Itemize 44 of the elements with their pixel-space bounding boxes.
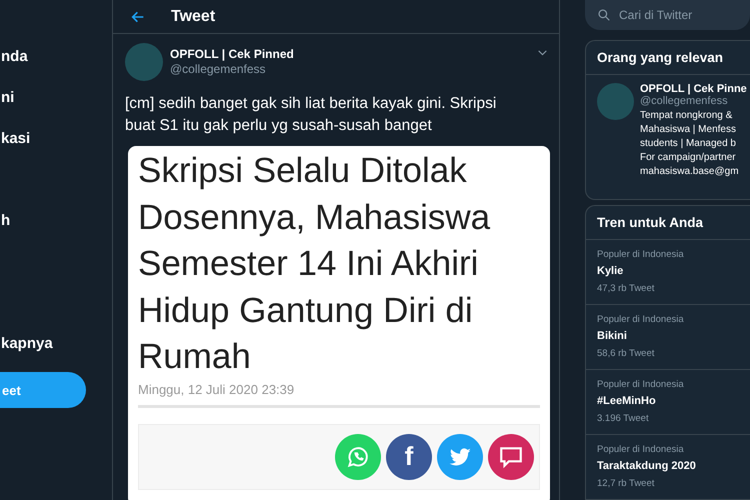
- avatar: [125, 43, 163, 81]
- bio-line: students | Managed b: [640, 137, 737, 151]
- share-button[interactable]: f: [386, 434, 432, 480]
- nav-item[interactable]: kasi: [0, 118, 30, 159]
- nav-item[interactable]: kapnya: [0, 323, 53, 364]
- trend-count: 3.196 Tweet: [597, 413, 650, 424]
- share-button[interactable]: [488, 434, 534, 480]
- nav-item[interactable]: ni: [0, 77, 14, 118]
- trend-context: Populer di Indonesia: [597, 379, 685, 390]
- person-name: OPFOLL | Cek Pinne: [640, 83, 747, 95]
- news-date: Minggu, 12 Juli 2020 23:39: [138, 382, 296, 396]
- trend-context: Populer di Indonesia: [597, 444, 685, 455]
- news-headline: Skripsi Selalu Ditolak Dosennya, Mahasiswa Semester 14 Ini Akhiri Hidup Gantung Diri di Rumah: [138, 150, 492, 378]
- nav-item[interactable]: nda: [0, 36, 28, 77]
- card-title: Orang yang relevan: [586, 41, 750, 75]
- avatar: [597, 83, 634, 120]
- trend-name: Bikini: [597, 330, 628, 342]
- bio-line: mahasiswa.base@gm: [640, 165, 740, 179]
- trend-name: Kylie: [597, 265, 624, 277]
- trend-count: 47,3 rb Tweet: [597, 283, 656, 294]
- trend-item[interactable]: Populer di Indonesia #LeeMinHo 3.196 Tweet: [586, 370, 750, 435]
- trend-item[interactable]: Populer di Indonesia Taraktakdung 2020 12,7 rb Tweet: [586, 435, 750, 500]
- page-title: Tweet: [171, 8, 216, 26]
- search-field[interactable]: Cari di Twitter: [585, 0, 750, 30]
- author-handle: @collegemenfess: [170, 62, 267, 76]
- trend-count: 12,7 rb Tweet: [597, 478, 656, 489]
- bio-line: Mahasiswa | Menfess: [640, 123, 737, 137]
- person-handle: @collegemenfess: [640, 95, 729, 107]
- share-button[interactable]: [437, 434, 483, 480]
- trend-name: Taraktakdung 2020: [597, 460, 697, 472]
- trend-context: Populer di Indonesia: [597, 249, 685, 260]
- trend-name: #LeeMinHo: [597, 395, 657, 407]
- trend-item[interactable]: Populer di Indonesia Bikini 58,6 rb Tweet: [586, 305, 750, 370]
- trend-item[interactable]: Populer di Indonesia Kylie 47,3 rb Tweet: [586, 240, 750, 305]
- search-icon: [597, 8, 611, 22]
- share-label: f: [404, 441, 414, 472]
- trend-context: Populer di Indonesia: [597, 314, 685, 325]
- tweet-text: [cm] sedih banget gak sih liat berita kayak gini. Skripsi buat S1 itu gak perlu yg susah-susah banget: [125, 94, 498, 136]
- trend-count: 58,6 rb Tweet: [597, 348, 656, 359]
- bio-line: For campaign/partner: [640, 151, 737, 165]
- card-title: Tren untuk Anda: [586, 206, 750, 240]
- bio-line: Tempat nongkrong &: [640, 109, 734, 123]
- nav-item[interactable]: h: [0, 200, 10, 241]
- author-name: OPFOLL | Cek Pinned: [170, 47, 294, 61]
